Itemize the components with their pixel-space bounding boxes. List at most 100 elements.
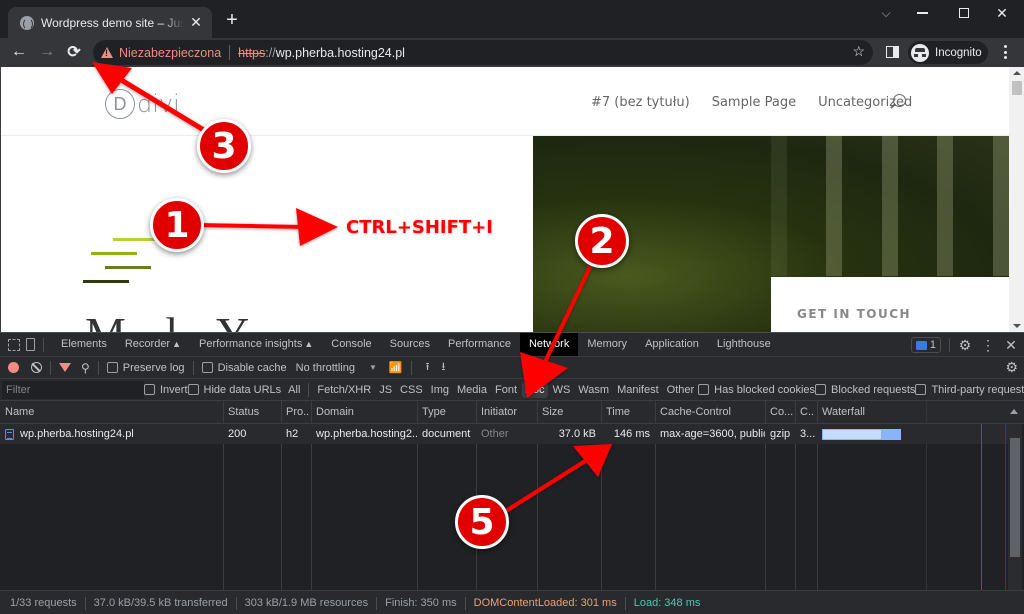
window-close-button[interactable]: ✕ (982, 0, 1022, 26)
scroll-thumb[interactable] (1012, 81, 1022, 95)
hide-data-urls-label: Hide data URLs (203, 383, 282, 396)
devtools-tab-elements[interactable]: Elements (52, 333, 116, 356)
third-party-checkbox[interactable] (915, 384, 927, 395)
request-name[interactable]: wp.pherba.hosting24.pl (0, 424, 223, 444)
column-header-domain[interactable]: Domain (311, 401, 417, 423)
search-icon[interactable]: ⚲ (81, 361, 90, 375)
transferred-size: 37.0 kB/39.5 kB transferred (93, 597, 228, 609)
devtools-tab-application[interactable]: Application (636, 333, 708, 356)
column-header-protocol[interactable]: Pro.. (281, 401, 311, 423)
filter-type-ws[interactable]: WS (550, 382, 574, 398)
clear-icon[interactable] (31, 362, 42, 373)
browser-tab[interactable]: Wordpress demo site – Just another WordP… (8, 7, 212, 38)
domcontentloaded-time: DOMContentLoaded: 301 ms (473, 597, 617, 609)
filter-type-js[interactable]: JS (376, 382, 395, 398)
filter-type-other[interactable]: Other (664, 382, 698, 398)
minimize-button[interactable] (902, 0, 942, 26)
column-header-content-encoding[interactable]: Co... (765, 401, 795, 423)
throttling-select[interactable]: No throttling (296, 362, 355, 374)
devtools-tab-recorder[interactable]: Recorder ▲ (116, 333, 190, 356)
new-tab-button[interactable]: + (222, 10, 242, 30)
filter-type-css[interactable]: CSS (397, 382, 426, 398)
blocked-cookies-checkbox[interactable] (698, 384, 710, 395)
page-scrollbar[interactable] (1009, 67, 1024, 332)
settings-gear-icon[interactable]: ⚙ (952, 337, 978, 354)
column-header-time[interactable]: Time (601, 401, 655, 423)
devtools-tab-memory[interactable]: Memory (578, 333, 636, 356)
issues-button[interactable]: 1 (910, 337, 941, 353)
devtools-tab-console[interactable]: Console (322, 333, 380, 356)
column-header-size[interactable]: Size (537, 401, 601, 423)
disable-cache-checkbox[interactable] (201, 362, 213, 373)
back-button[interactable]: ← (8, 41, 30, 63)
tab-search-button[interactable]: ⌵ (866, 0, 906, 26)
tab-title: Wordpress demo site – Just another WordP… (41, 15, 184, 30)
filter-funnel-icon[interactable] (59, 363, 71, 372)
scroll-up-icon[interactable] (1013, 71, 1021, 75)
forward-button[interactable]: → (36, 41, 58, 63)
browser-menu-icon[interactable] (998, 43, 1012, 61)
incognito-profile-button[interactable]: Incognito (908, 41, 988, 64)
sort-ascending-icon[interactable] (1010, 409, 1018, 414)
load-marker (1005, 424, 1006, 590)
record-icon[interactable] (8, 362, 19, 373)
logo-text: divi (137, 90, 180, 118)
warning-icon (101, 47, 113, 58)
devtools-tab-lighthouse[interactable]: Lighthouse (708, 333, 780, 356)
scroll-down-icon[interactable] (1013, 324, 1021, 328)
device-toolbar-icon[interactable] (26, 338, 35, 351)
preserve-log-checkbox[interactable] (106, 362, 118, 373)
column-header-status[interactable]: Status (223, 401, 281, 423)
devtools-menu-icon[interactable]: ⋮ (978, 337, 998, 354)
import-har-icon[interactable]: ⭱ (426, 358, 430, 377)
devtools-tab-sources[interactable]: Sources (381, 333, 439, 356)
column-header-name[interactable]: Name (0, 401, 223, 423)
export-har-icon[interactable]: ⭳ (441, 358, 445, 377)
filter-type-font[interactable]: Font (492, 382, 520, 398)
devtools-tab-performance[interactable]: Performance (439, 333, 520, 356)
deco-line (113, 238, 158, 241)
site-logo[interactable]: D divi (105, 89, 180, 119)
security-status[interactable]: Niezabezpieczona (119, 46, 221, 60)
table-scroll-thumb[interactable] (1010, 438, 1020, 557)
column-header-cache-control[interactable]: Cache-Control (655, 401, 765, 423)
filter-type-wasm[interactable]: Wasm (575, 382, 612, 398)
nav-link-post-7[interactable]: #7 (bez tytułu) (591, 95, 690, 110)
address-bar[interactable]: Niezabezpieczona https :// wp.pherba.hos… (93, 40, 873, 65)
table-row[interactable]: wp.pherba.hosting24.pl 200 h2 wp.pherba.… (0, 424, 1008, 444)
nav-link-sample-page[interactable]: Sample Page (712, 95, 796, 110)
inspect-element-icon[interactable] (8, 338, 20, 351)
site-search-icon[interactable] (893, 94, 906, 107)
column-header-type[interactable]: Type (417, 401, 476, 423)
side-panel-icon[interactable] (886, 46, 899, 58)
maximize-icon (959, 8, 969, 18)
maximize-button[interactable] (944, 0, 984, 26)
filter-type-img[interactable]: Img (428, 382, 452, 398)
tab-close-icon[interactable]: ✕ (188, 14, 204, 31)
filter-input[interactable] (2, 380, 144, 399)
throttling-dropdown-icon[interactable]: ▼ (369, 363, 377, 372)
network-settings-icon[interactable]: ⚙ (1005, 359, 1018, 376)
url-separator: :// (265, 45, 276, 60)
invert-checkbox[interactable] (144, 384, 155, 395)
resource-type-filters: All Fetch/XHR JS CSS Img Media Font Doc WS Wasm Ma… (284, 381, 698, 398)
devtools-tab-network[interactable]: Network (519, 333, 579, 356)
column-header-c[interactable]: C.. (795, 401, 817, 423)
filter-type-all[interactable]: All (285, 382, 303, 398)
filter-type-doc[interactable]: Doc (522, 381, 548, 398)
blocked-requests-checkbox[interactable] (815, 384, 827, 395)
filter-type-manifest[interactable]: Manifest (614, 382, 662, 398)
table-scrollbar[interactable] (1008, 424, 1022, 590)
column-header-initiator[interactable]: Initiator (476, 401, 537, 423)
request-content-encoding: gzip (770, 428, 791, 440)
filter-type-media[interactable]: Media (454, 382, 490, 398)
devtools-tab-performance-insights[interactable]: Performance insights ▲ (190, 333, 322, 356)
bookmark-star-icon[interactable]: ☆ (852, 43, 865, 60)
network-conditions-icon[interactable]: 📶 (389, 361, 403, 374)
devtools-close-icon[interactable]: ✕ (998, 337, 1024, 354)
column-header-waterfall[interactable]: Waterfall (817, 401, 1007, 423)
hide-data-urls-checkbox[interactable] (187, 384, 199, 395)
reload-button[interactable]: ⟳ (63, 41, 85, 63)
filter-type-fetchxhr[interactable]: Fetch/XHR (314, 382, 374, 398)
request-size: 37.0 kB (558, 428, 596, 440)
